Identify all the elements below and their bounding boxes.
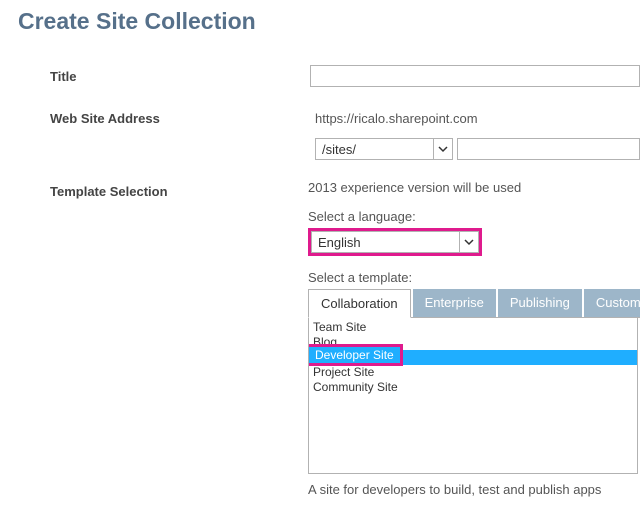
tab-custom[interactable]: Custom	[584, 289, 640, 317]
template-option-community-site[interactable]: Community Site	[309, 380, 637, 395]
experience-note: 2013 experience version will be used	[308, 180, 640, 195]
label-title: Title	[18, 65, 255, 87]
tab-enterprise[interactable]: Enterprise	[413, 289, 496, 317]
chevron-down-icon	[459, 232, 478, 252]
template-option-developer-site[interactable]: Developer Site	[309, 347, 400, 363]
template-tab-strip: Collaboration Enterprise Publishing Cust…	[308, 289, 640, 318]
language-label: Select a language:	[308, 209, 640, 224]
page-title: Create Site Collection	[18, 8, 640, 35]
language-select-value: English	[312, 235, 367, 250]
label-web-site-address: Web Site Address	[18, 107, 260, 160]
label-template-selection: Template Selection	[18, 180, 253, 497]
title-input[interactable]	[310, 65, 640, 87]
language-select-highlight: English	[308, 228, 482, 256]
chevron-down-icon	[433, 139, 452, 159]
path-suffix-input[interactable]	[457, 138, 640, 160]
developer-site-highlight: Developer Site	[308, 344, 403, 366]
template-option-team-site[interactable]: Team Site	[309, 320, 637, 335]
path-select-value: /sites/	[316, 142, 362, 157]
template-label: Select a template:	[308, 270, 640, 285]
path-select[interactable]: /sites/	[315, 138, 453, 160]
template-option-project-site[interactable]: Project Site	[309, 365, 637, 380]
language-select[interactable]: English	[311, 231, 479, 253]
template-description: A site for developers to build, test and…	[308, 482, 640, 497]
base-url-text: https://ricalo.sharepoint.com	[315, 107, 478, 130]
tab-collaboration[interactable]: Collaboration	[308, 289, 411, 318]
template-list[interactable]: Team Site Blog Developer Site Project Si…	[308, 318, 638, 474]
tab-publishing[interactable]: Publishing	[498, 289, 582, 317]
